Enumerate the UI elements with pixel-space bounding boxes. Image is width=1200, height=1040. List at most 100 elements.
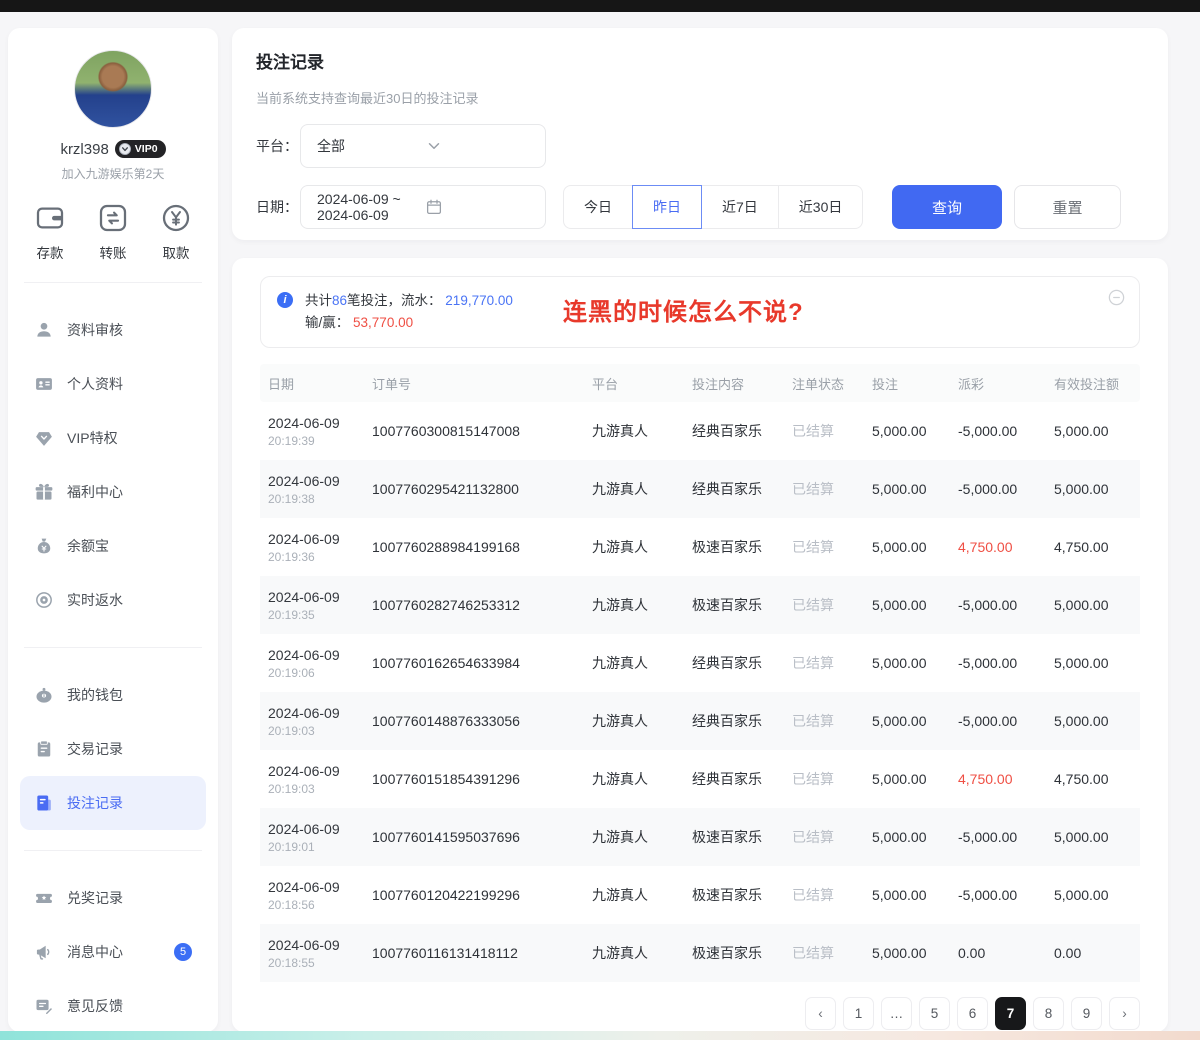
cell-status: 已结算 [792, 479, 872, 499]
platform-select-value: 全部 [317, 136, 425, 156]
range-button-3[interactable]: 近7日 [701, 185, 779, 229]
prev-page-button[interactable]: ‹ [805, 997, 836, 1030]
cell-bet: 5,000.00 [872, 829, 958, 845]
time-value: 20:19:36 [268, 550, 372, 564]
cell-platform: 九游真人 [592, 537, 692, 557]
cell-status: 已结算 [792, 537, 872, 557]
page-button-7[interactable]: 7 [995, 997, 1026, 1030]
sidebar-item-label: 消息中心 [67, 942, 123, 962]
pagination: ‹1…56789› [260, 997, 1140, 1030]
cell-date: 2024-06-0920:19:36 [268, 531, 372, 564]
cell-date: 2024-06-0920:19:03 [268, 763, 372, 796]
page-button-8[interactable]: 8 [1033, 997, 1064, 1030]
cell-date: 2024-06-0920:18:55 [268, 937, 372, 970]
sidebar-item-profile-audit[interactable]: 资料审核 [20, 303, 206, 357]
cell-status: 已结算 [792, 653, 872, 673]
page-button-6[interactable]: 6 [957, 997, 988, 1030]
cell-bet: 5,000.00 [872, 771, 958, 787]
cell-payout: 0.00 [958, 945, 1054, 961]
cell-content: 极速百家乐 [692, 943, 792, 963]
winloss-label: 输/赢： [305, 315, 349, 330]
sidebar-item-prize-records[interactable]: 兑奖记录 [20, 871, 206, 925]
cell-valid: 5,000.00 [1054, 481, 1140, 497]
cell-status: 已结算 [792, 943, 872, 963]
sidebar-item-label: 兑奖记录 [67, 888, 123, 908]
cell-order: 1007760162654633984 [372, 655, 592, 671]
time-value: 20:19:01 [268, 840, 372, 854]
next-page-button[interactable]: › [1109, 997, 1140, 1030]
sidebar-item-label: 投注记录 [67, 793, 123, 813]
sidebar-item-realtime-rebate[interactable]: 实时返水 [20, 573, 206, 627]
column-header: 注单状态 [792, 374, 872, 393]
date-range-input[interactable]: 2024-06-09 ~ 2024-06-09 [300, 185, 546, 229]
cell-platform: 九游真人 [592, 943, 692, 963]
table-row: 2024-06-0920:19:061007760162654633984九游真… [260, 634, 1140, 692]
cell-date: 2024-06-0920:19:03 [268, 705, 372, 738]
sidebar-item-vip-privilege[interactable]: VIP特权 [20, 411, 206, 465]
cell-payout: -5,000.00 [958, 597, 1054, 613]
records-card: i 共计86笔投注，流水： 219,770.00 输/赢： 53,770.00 … [232, 258, 1168, 1032]
sidebar-item-betting-records[interactable]: 投注记录 [20, 776, 206, 830]
user-audit-icon [34, 320, 54, 340]
sidebar-item-personal-info[interactable]: 个人资料 [20, 357, 206, 411]
sidebar-item-my-wallet[interactable]: 我的钱包 [20, 668, 206, 722]
cell-payout: -5,000.00 [958, 655, 1054, 671]
cell-valid: 5,000.00 [1054, 655, 1140, 671]
cell-valid: 5,000.00 [1054, 597, 1140, 613]
sidebar-item-feedback[interactable]: 意见反馈 [20, 979, 206, 1032]
sidebar-item-label: 交易记录 [67, 739, 123, 759]
sidebar-item-label: 福利中心 [67, 482, 123, 502]
cell-order: 1007760141595037696 [372, 829, 592, 845]
query-button[interactable]: 查询 [892, 185, 1002, 229]
quick-action-withdraw[interactable]: 取款 [160, 202, 192, 262]
cell-date: 2024-06-0920:19:35 [268, 589, 372, 622]
cell-status: 已结算 [792, 595, 872, 615]
platform-select[interactable]: 全部 [300, 124, 546, 168]
cell-bet: 5,000.00 [872, 597, 958, 613]
edit-icon [34, 996, 54, 1016]
time-value: 20:19:03 [268, 724, 372, 738]
sidebar-divider [24, 850, 202, 851]
page-button-5[interactable]: 5 [919, 997, 950, 1030]
table-row: 2024-06-0920:19:031007760151854391296九游真… [260, 750, 1140, 808]
cell-order: 1007760151854391296 [372, 771, 592, 787]
range-button-2[interactable]: 昨日 [632, 185, 702, 229]
column-header: 有效投注额 [1054, 374, 1140, 393]
page-button-9[interactable]: 9 [1071, 997, 1102, 1030]
cell-payout: -5,000.00 [958, 829, 1054, 845]
sidebar-item-yuebao[interactable]: 余额宝 [20, 519, 206, 573]
sidebar-item-message-center[interactable]: 消息中心5 [20, 925, 206, 979]
page-button-1[interactable]: 1 [843, 997, 874, 1030]
cell-valid: 5,000.00 [1054, 423, 1140, 439]
date-value: 2024-06-09 [268, 937, 372, 953]
date-value: 2024-06-09 [268, 821, 372, 837]
collapse-summary-icon[interactable] [1107, 288, 1126, 307]
cell-content: 经典百家乐 [692, 711, 792, 731]
cell-status: 已结算 [792, 827, 872, 847]
table-row: 2024-06-0920:18:551007760116131418112九游真… [260, 924, 1140, 982]
sidebar: krzl398 VIP0 加入九游娱乐第2天 存款转账取款 资料审核个人资料VI… [8, 28, 218, 1032]
time-value: 20:18:56 [268, 898, 372, 912]
sidebar-item-transaction-records[interactable]: 交易记录 [20, 722, 206, 776]
cell-content: 极速百家乐 [692, 595, 792, 615]
header-card: 投注记录 当前系统支持查询最近30日的投注记录 平台： 全部 日期： 2024-… [232, 28, 1168, 240]
cell-bet: 5,000.00 [872, 481, 958, 497]
cell-payout: -5,000.00 [958, 887, 1054, 903]
quick-action-transfer[interactable]: 转账 [97, 202, 129, 262]
cell-date: 2024-06-0920:19:38 [268, 473, 372, 506]
quick-action-deposit[interactable]: 存款 [34, 202, 66, 262]
sidebar-item-welfare-center[interactable]: 福利中心 [20, 465, 206, 519]
range-button-1[interactable]: 今日 [563, 185, 633, 229]
range-button-4[interactable]: 近30日 [778, 185, 864, 229]
cell-order: 1007760116131418112 [372, 945, 592, 961]
date-value: 2024-06-09 [268, 415, 372, 431]
cell-bet: 5,000.00 [872, 655, 958, 671]
time-value: 20:19:03 [268, 782, 372, 796]
cell-status: 已结算 [792, 885, 872, 905]
table-row: 2024-06-0920:19:361007760288984199168九游真… [260, 518, 1140, 576]
date-label: 日期： [256, 197, 300, 217]
vip-badge: VIP0 [115, 140, 166, 158]
reset-button[interactable]: 重置 [1014, 185, 1121, 229]
cell-payout: -5,000.00 [958, 713, 1054, 729]
sidebar-item-label: 余额宝 [67, 536, 109, 556]
